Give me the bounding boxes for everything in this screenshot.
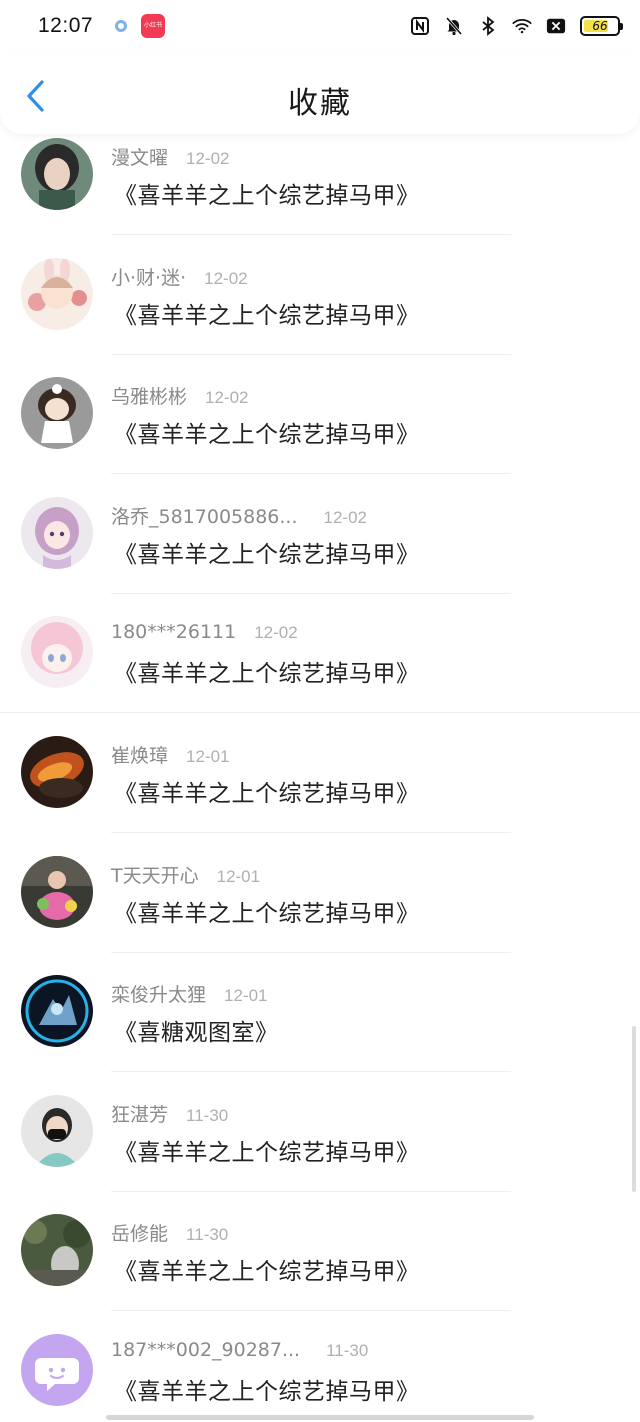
story-title[interactable]: 《喜羊羊之上个综艺掉马甲》 bbox=[114, 1252, 420, 1286]
username[interactable]: 小·财·迷· bbox=[111, 263, 186, 290]
item-date: 12-02 bbox=[205, 388, 249, 408]
username[interactable]: 崔焕璋 bbox=[111, 741, 168, 768]
divider bbox=[0, 712, 640, 714]
no-sim-icon bbox=[546, 16, 566, 36]
divider bbox=[111, 1310, 511, 1312]
avatar[interactable] bbox=[21, 1334, 93, 1406]
list-item[interactable]: 崔焕璋 12-01 《喜羊羊之上个综艺掉马甲》 bbox=[0, 732, 640, 852]
list-item[interactable]: 小·财·迷· 12-02 《喜羊羊之上个综艺掉马甲》 bbox=[0, 254, 640, 374]
item-meta: T天天开心 12-01 bbox=[111, 861, 260, 888]
list-item[interactable]: 漫文曜 12-02 《喜羊羊之上个综艺掉马甲》 bbox=[0, 134, 640, 254]
list-item[interactable]: 187***002_90287... 11-30 《喜羊羊之上个综艺掉马甲》 bbox=[0, 1330, 640, 1422]
item-meta: 漫文曜 12-02 bbox=[111, 143, 230, 170]
divider bbox=[111, 1071, 511, 1073]
story-title[interactable]: 《喜羊羊之上个综艺掉马甲》 bbox=[114, 296, 420, 330]
divider bbox=[111, 234, 511, 235]
story-title[interactable]: 《喜羊羊之上个综艺掉马甲》 bbox=[114, 176, 420, 210]
item-date: 11-30 bbox=[326, 1341, 369, 1360]
divider bbox=[111, 473, 511, 475]
scrollbar[interactable] bbox=[632, 1026, 636, 1192]
divider bbox=[111, 592, 511, 594]
username[interactable]: 狂湛芳 bbox=[111, 1100, 168, 1127]
avatar[interactable] bbox=[21, 257, 93, 330]
mute-bell-icon bbox=[444, 16, 464, 36]
item-meta: 180***26111 12-02 bbox=[111, 621, 298, 643]
username[interactable]: T天天开心 bbox=[111, 861, 199, 888]
bluetooth-icon bbox=[478, 16, 498, 36]
xiaohongshu-icon: 小红书 bbox=[141, 14, 166, 38]
item-meta: 小·财·迷· 12-02 bbox=[111, 263, 248, 290]
item-date: 12-01 bbox=[216, 866, 261, 886]
username[interactable]: 洛乔_5817005886... bbox=[111, 502, 298, 529]
item-date: 11-30 bbox=[186, 1225, 229, 1245]
story-title[interactable]: 《喜羊羊之上个综艺掉马甲》 bbox=[114, 1133, 420, 1167]
battery-indicator: 66 bbox=[580, 16, 623, 36]
avatar[interactable] bbox=[21, 975, 93, 1048]
home-indicator[interactable] bbox=[106, 1415, 534, 1420]
story-title[interactable]: 《喜羊羊之上个综艺掉马甲》 bbox=[114, 415, 420, 449]
username[interactable]: 漫文曜 bbox=[111, 143, 168, 170]
divider bbox=[111, 951, 511, 953]
item-meta: 狂湛芳 11-30 bbox=[111, 1100, 228, 1127]
status-app-icons: 小红书 bbox=[115, 14, 166, 38]
app-notification-icon bbox=[115, 20, 128, 32]
list-item[interactable]: 洛乔_5817005886... 12-02 《喜羊羊之上个综艺掉马甲》 bbox=[0, 493, 640, 613]
item-meta: 洛乔_5817005886... 12-02 bbox=[111, 502, 367, 529]
item-date: 12-01 bbox=[186, 747, 230, 766]
divider bbox=[111, 353, 511, 355]
list-item[interactable]: 180***26111 12-02 《喜羊羊之上个综艺掉马甲》 bbox=[0, 612, 640, 732]
divider bbox=[111, 1190, 511, 1192]
username[interactable]: 岳修能 bbox=[111, 1219, 168, 1246]
list-item[interactable]: T天天开心 12-01 《喜羊羊之上个综艺掉马甲》 bbox=[0, 852, 640, 972]
story-title[interactable]: 《喜羊羊之上个综艺掉马甲》 bbox=[114, 1372, 420, 1406]
avatar[interactable] bbox=[21, 1094, 93, 1167]
username[interactable]: 187***002_90287... bbox=[111, 1339, 300, 1361]
item-meta: 栾俊升太狸 12-01 bbox=[111, 980, 268, 1007]
story-title[interactable]: 《喜羊羊之上个综艺掉马甲》 bbox=[114, 894, 420, 928]
status-bar: 12:07 小红书 66 bbox=[0, 0, 640, 52]
avatar[interactable] bbox=[21, 496, 93, 569]
list-item[interactable]: 岳修能 11-30 《喜羊羊之上个综艺掉马甲》 bbox=[0, 1210, 640, 1330]
item-meta: 崔焕璋 12-01 bbox=[111, 741, 230, 768]
list-item[interactable]: 狂湛芳 11-30 《喜羊羊之上个综艺掉马甲》 bbox=[0, 1091, 640, 1211]
item-meta: 乌雅彬彬 12-02 bbox=[111, 382, 249, 409]
item-date: 12-01 bbox=[224, 986, 268, 1006]
favorites-list[interactable]: 漫文曜 12-02 《喜羊羊之上个综艺掉马甲》 小·财·迷· 12-02 《喜羊… bbox=[0, 134, 640, 1422]
nav-header: 收藏 bbox=[0, 52, 640, 134]
avatar[interactable] bbox=[21, 736, 93, 808]
battery-level: 66 bbox=[592, 19, 608, 33]
avatar[interactable] bbox=[21, 377, 93, 450]
item-date: 11-30 bbox=[186, 1105, 229, 1125]
item-date: 12-02 bbox=[254, 623, 298, 643]
battery-tip bbox=[620, 23, 623, 30]
item-date: 12-02 bbox=[323, 507, 367, 527]
item-date: 12-02 bbox=[186, 149, 230, 168]
story-title[interactable]: 《喜羊羊之上个综艺掉马甲》 bbox=[114, 535, 420, 569]
item-meta: 岳修能 11-30 bbox=[111, 1219, 228, 1246]
nfc-icon bbox=[410, 16, 430, 36]
list-item[interactable]: 栾俊升太狸 12-01 《喜糖观图室》 bbox=[0, 971, 640, 1091]
item-date: 12-02 bbox=[204, 268, 248, 288]
list-item[interactable]: 乌雅彬彬 12-02 《喜羊羊之上个综艺掉马甲》 bbox=[0, 373, 640, 493]
status-time: 12:07 bbox=[38, 14, 94, 37]
username[interactable]: 180***26111 bbox=[111, 621, 236, 643]
avatar[interactable] bbox=[21, 616, 93, 689]
story-title[interactable]: 《喜羊羊之上个综艺掉马甲》 bbox=[114, 774, 420, 808]
story-title[interactable]: 《喜糖观图室》 bbox=[114, 1013, 279, 1047]
wifi-icon bbox=[512, 16, 532, 36]
avatar[interactable] bbox=[21, 855, 93, 928]
item-meta: 187***002_90287... 11-30 bbox=[111, 1339, 368, 1361]
username[interactable]: 栾俊升太狸 bbox=[111, 980, 206, 1007]
status-system-icons: 66 bbox=[410, 16, 623, 36]
avatar[interactable] bbox=[21, 1214, 93, 1287]
avatar[interactable] bbox=[21, 138, 93, 210]
page-title: 收藏 bbox=[288, 86, 352, 121]
divider bbox=[111, 832, 511, 833]
story-title[interactable]: 《喜羊羊之上个综艺掉马甲》 bbox=[114, 654, 420, 688]
username[interactable]: 乌雅彬彬 bbox=[111, 382, 187, 409]
